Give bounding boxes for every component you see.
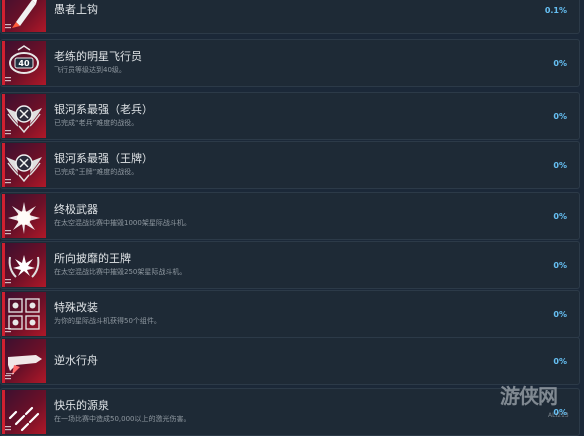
- level-40-badge-icon: 40: [2, 41, 46, 85]
- unlock-percentage: 0%: [553, 310, 567, 319]
- achievement-row[interactable]: 40 老练的明星飞行员飞行员等级达到40级。 0%: [0, 39, 580, 87]
- achievement-row[interactable]: 银河系最强（王牌） 已完成“王牌”难度的战役。 0%: [0, 141, 580, 189]
- unlock-percentage: 0.1%: [544, 6, 567, 15]
- achievement-description: 已完成“王牌”难度的战役。: [54, 168, 139, 176]
- achievement-title: 特殊改装: [54, 301, 98, 314]
- achievement-row[interactable]: 终极武器在太空混战比赛中摧毁1000架星际战斗机。 0%: [0, 192, 580, 240]
- achievement-title: 愚者上钩: [54, 3, 98, 16]
- unlock-percentage: 0%: [553, 212, 567, 221]
- achievement-row[interactable]: 快乐的源泉 在一场比赛中造成50,000以上的激光伤害。 0%: [0, 388, 580, 436]
- achievement-description: 飞行员等级达到40级。: [54, 66, 126, 74]
- achievement-title: 快乐的源泉: [54, 399, 109, 412]
- svg-text:40: 40: [18, 59, 30, 68]
- achievement-description: 为你的星际战斗机获得50个组件。: [54, 317, 161, 325]
- achievement-title: 逆水行舟: [54, 354, 98, 367]
- achievement-title: 银河系最强（王牌）: [54, 152, 153, 165]
- achievement-description: 在一场比赛中造成50,000以上的激光伤害。: [54, 415, 191, 423]
- achievement-row[interactable]: 愚者上钩 0.1%: [0, 0, 580, 34]
- watermark-logo: 游侠网: [500, 384, 558, 408]
- achievement-title: 所向披靡的王牌: [54, 252, 131, 265]
- watermark-sub: ALI213: [548, 412, 569, 419]
- achievement-description: 在太空混战比赛中摧毁250架星际战斗机。: [54, 268, 187, 276]
- achievement-title: 银河系最强（老兵）: [54, 103, 153, 116]
- unlock-percentage: 0%: [553, 261, 567, 270]
- unlock-percentage: 0%: [553, 112, 567, 121]
- achievement-row[interactable]: 特殊改装为你的星际战斗机获得50个组件。 0%: [0, 290, 580, 338]
- explosion-laurel-icon: [2, 243, 46, 287]
- unlock-percentage: 0%: [553, 161, 567, 170]
- achievement-description: 已完成“老兵”难度的战役。: [54, 119, 139, 127]
- unlock-percentage: 0%: [553, 357, 567, 366]
- rocket-icon: [2, 0, 46, 32]
- achievement-row[interactable]: 所向披靡的王牌在太空混战比赛中摧毁250架星际战斗机。 0%: [0, 241, 580, 289]
- winged-emblem-veteran-icon: [2, 94, 46, 138]
- winged-emblem-ace-icon: [2, 143, 46, 187]
- explosion-icon: [2, 194, 46, 238]
- achievement-row[interactable]: 银河系最强（老兵） 已完成“老兵”难度的战役。 0%: [0, 92, 580, 140]
- achievement-list: 愚者上钩 0.1% 40 老练的明星飞行员 飞行员等级达到40级。 0% 银河系…: [0, 0, 584, 436]
- achievement-row[interactable]: 逆水行舟 0%: [0, 337, 580, 385]
- ship-icon: [2, 339, 46, 383]
- laser-bolts-icon: [2, 390, 46, 434]
- achievement-title: 老练的明星飞行员: [54, 50, 142, 63]
- unlock-percentage: 0%: [553, 59, 567, 68]
- components-grid-icon: [2, 292, 46, 336]
- achievement-description: 在太空混战比赛中摧毁1000架星际战斗机。: [54, 219, 191, 227]
- achievement-title: 终极武器: [54, 203, 98, 216]
